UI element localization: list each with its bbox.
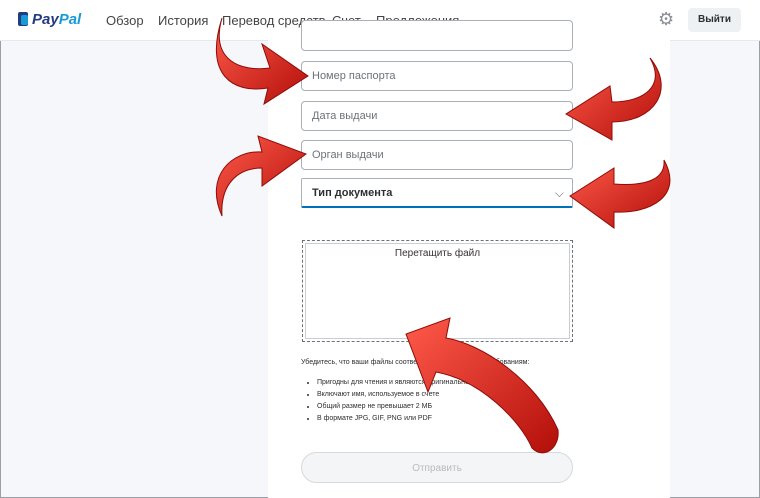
list-item: Общий размер не превышает 2 МБ <box>317 401 501 413</box>
nav-history[interactable]: История <box>158 13 208 28</box>
requirements-list: Пригодны для чтения и являются оригиналь… <box>307 377 501 425</box>
paypal-logo[interactable]: PayPal <box>18 11 81 28</box>
logout-button[interactable]: Выйти <box>688 8 741 32</box>
list-item: Пригодны для чтения и являются оригиналь… <box>317 377 501 389</box>
nav-overview[interactable]: Обзор <box>106 13 144 28</box>
logo-text-pal: Pal <box>58 11 82 28</box>
dropzone-label: Перетащить файл <box>394 248 481 259</box>
paypal-p-icon <box>18 12 28 26</box>
previous-field[interactable] <box>301 20 573 51</box>
issuer-field[interactable]: Орган выдачи <box>301 140 573 170</box>
requirements-intro: Убедитесь, что ваши файлы соответствуют … <box>301 359 530 366</box>
logo-text-pay: Pay <box>32 11 59 28</box>
chevron-down-icon: ⌵ <box>554 186 564 200</box>
passport-number-field[interactable]: Номер паспорта <box>301 61 573 91</box>
list-item: В формате JPG, GIF, PNG или PDF <box>317 413 501 425</box>
document-type-select[interactable]: Тип документа ⌵ <box>301 178 573 208</box>
list-item: Включают имя, используемое в счете <box>317 389 501 401</box>
gear-icon[interactable]: ⚙ <box>658 10 676 28</box>
document-type-label: Тип документа <box>312 187 393 199</box>
file-dropzone[interactable]: Перетащить файл <box>302 240 573 342</box>
issue-date-field[interactable]: Дата выдачи <box>301 101 573 131</box>
submit-button[interactable]: Отправить <box>301 452 573 483</box>
